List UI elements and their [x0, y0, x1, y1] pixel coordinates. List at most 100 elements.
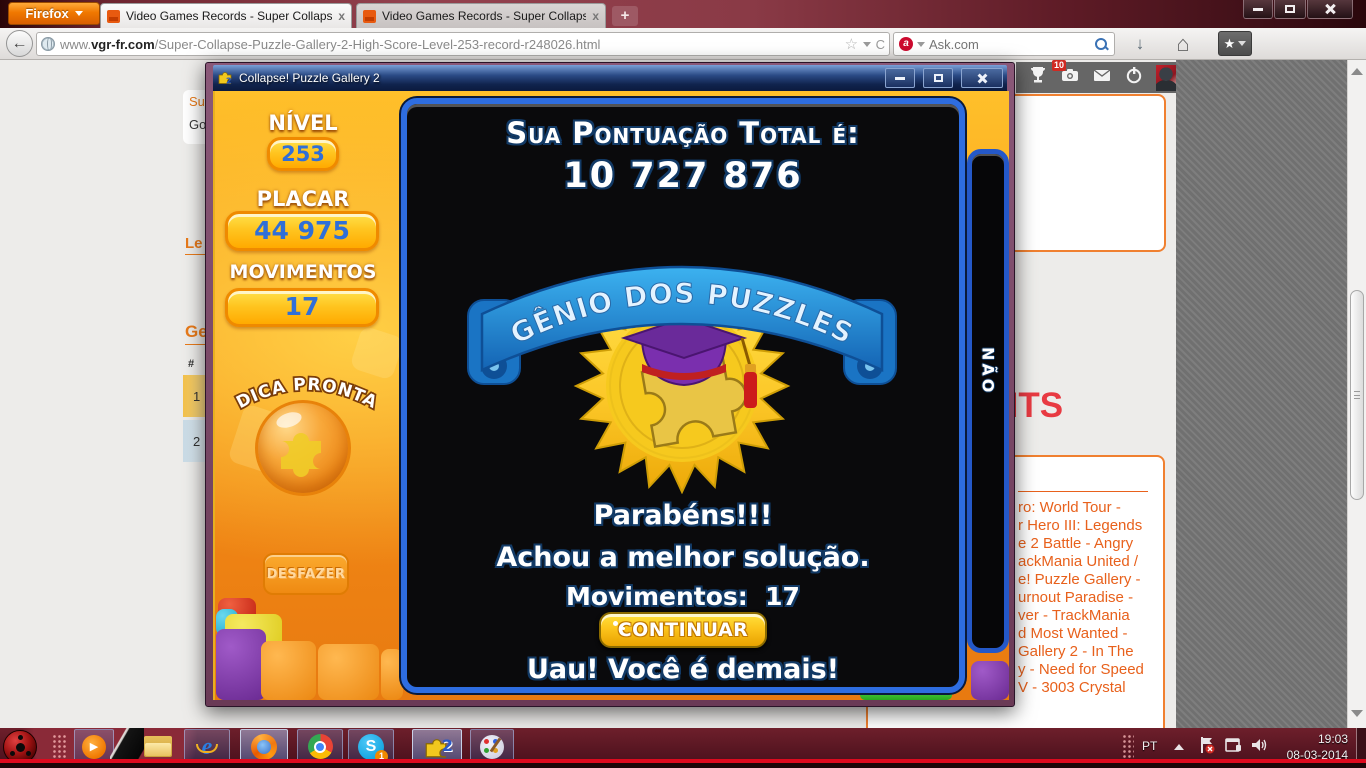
game-close-button[interactable]	[961, 68, 1003, 88]
tab-1[interactable]: Video Games Records - Super Collaps... x	[100, 3, 352, 28]
game-block-orange[interactable]	[261, 641, 316, 700]
search-icon[interactable]	[1094, 37, 1109, 52]
tab-2[interactable]: Video Games Records - Super Collaps... x	[356, 3, 606, 28]
start-orb-pattern	[15, 742, 25, 752]
page-striped-background	[1176, 60, 1347, 728]
avatar[interactable]	[1156, 64, 1176, 91]
maximize-icon	[933, 74, 943, 82]
paint-icon	[480, 734, 504, 759]
action-center-flag-icon[interactable]	[1198, 736, 1216, 754]
window-minimize-button[interactable]	[1243, 0, 1273, 19]
power-icon[interactable]	[1124, 65, 1144, 90]
game-link[interactable]: ver - TrackMania	[1018, 607, 1130, 624]
game-link[interactable]: urnout Paradise -	[1018, 589, 1133, 606]
game-link[interactable]: d Most Wanted -	[1018, 625, 1127, 642]
reload-icon[interactable]: C	[876, 37, 885, 52]
window-maximize-button[interactable]	[1274, 0, 1306, 19]
no-button[interactable]: NÃO	[967, 149, 1009, 653]
hint-ball-button[interactable]	[255, 400, 351, 496]
puzzle-piece-icon	[281, 433, 321, 477]
chevron-down-icon[interactable]	[862, 41, 871, 47]
tab-strip: Firefox Video Games Records - Super Coll…	[0, 0, 1366, 28]
close-icon	[1324, 3, 1336, 15]
firefox-menu-label: Firefox	[25, 6, 69, 21]
skype-icon: S 1	[358, 733, 388, 763]
tab-close-icon[interactable]: x	[338, 10, 345, 22]
scrollbar-thumb[interactable]	[1350, 290, 1364, 500]
game-title-bar[interactable]: 2 Collapse! Puzzle Gallery 2	[213, 65, 1007, 91]
game-client-area: NÍVEL 253 PLACAR 44 975 MOVIMENTOS 17 DI…	[213, 91, 1009, 700]
window-icon: 2	[218, 72, 232, 86]
level-label: NÍVEL	[268, 111, 338, 135]
new-tab-button[interactable]: +	[612, 6, 638, 26]
wow-text: Uau! Você é demais!	[526, 654, 840, 685]
game-maximize-button[interactable]	[923, 68, 953, 88]
level-value: 253	[267, 137, 339, 171]
score-label: PLACAR	[256, 187, 350, 211]
best-solution-text: Achou a melhor solução.	[496, 542, 870, 573]
game-link[interactable]: y - Need for Speed	[1018, 661, 1144, 678]
window-close-button[interactable]	[1307, 0, 1353, 19]
star-icon: ★	[1223, 35, 1236, 51]
game-link[interactable]: ackMania United /	[1018, 553, 1138, 570]
url-text: www.vgr-fr.com/Super-Collapse-Puzzle-Gal…	[60, 36, 601, 52]
close-icon	[977, 73, 988, 84]
screen: Firefox Video Games Records - Super Coll…	[0, 0, 1366, 768]
ask-logo-icon: a	[899, 37, 913, 51]
divider	[1018, 491, 1148, 492]
svg-text:2: 2	[226, 77, 232, 86]
bookmark-star-icon[interactable]: ☆	[845, 37, 858, 52]
table-column-header: #	[188, 358, 195, 370]
score-value: 44 975	[225, 211, 379, 251]
globe-icon	[41, 37, 55, 51]
congrats-text: Parabéns!!!	[593, 500, 773, 531]
game-block-purple[interactable]	[971, 661, 1009, 700]
game-window-title: Collapse! Puzzle Gallery 2	[239, 71, 380, 85]
game-link[interactable]: r Hero III: Legends	[1018, 517, 1142, 534]
tab-title: Video Games Records - Super Collaps...	[382, 9, 587, 23]
game-minimize-button[interactable]	[885, 68, 915, 88]
game-link[interactable]: e! Puzzle Gallery -	[1018, 571, 1141, 588]
undo-button[interactable]: DESFAZER	[263, 553, 349, 595]
show-hidden-icons-button[interactable]	[1174, 744, 1184, 750]
browser-scrollbar[interactable]	[1347, 60, 1366, 728]
section-heading-fragment: Le	[185, 235, 207, 255]
search-box[interactable]: a	[893, 32, 1115, 56]
game-link[interactable]: ro: World Tour -	[1018, 499, 1121, 516]
downloads-icon[interactable]: ↓	[1128, 34, 1152, 54]
game-block-orange[interactable]	[381, 649, 403, 700]
taskbar-bottom-edge	[0, 763, 1366, 768]
game-link[interactable]: V - 3003 Crystal	[1018, 679, 1126, 696]
chrome-icon	[307, 734, 333, 759]
score-dialog: Sua Pontuação Total é: 10 727 876 GÊNIO …	[401, 98, 965, 693]
game-link[interactable]: e 2 Battle - Angry	[1018, 535, 1133, 552]
game-link[interactable]: Gallery 2 - In The	[1018, 643, 1134, 660]
search-input[interactable]	[929, 36, 1090, 52]
url-bar[interactable]: www.vgr-fr.com/Super-Collapse-Puzzle-Gal…	[36, 32, 890, 56]
scroll-down-arrow[interactable]	[1351, 710, 1363, 717]
game-block-purple[interactable]	[216, 629, 266, 700]
taskbar-grip	[52, 734, 67, 760]
minimize-icon	[895, 76, 905, 80]
installer-icon[interactable]	[1224, 736, 1242, 754]
continue-button[interactable]: CONTINUAR	[599, 612, 767, 648]
tab-close-icon[interactable]: x	[592, 10, 599, 22]
game-block-orange[interactable]	[318, 644, 379, 700]
minimize-icon	[1253, 7, 1263, 11]
total-score-label: Sua Pontuação Total é:	[506, 116, 860, 150]
scroll-up-arrow[interactable]	[1351, 68, 1363, 75]
volume-icon[interactable]	[1250, 736, 1268, 754]
home-icon[interactable]: ⌂	[1168, 31, 1198, 57]
chevron-down-icon[interactable]	[917, 41, 925, 47]
tray-grip	[1122, 734, 1134, 762]
scrollbar-grip	[1354, 391, 1360, 399]
mail-icon[interactable]	[1092, 65, 1112, 90]
trophy-icon[interactable]: 10	[1028, 60, 1067, 90]
site-favicon-icon	[107, 9, 120, 23]
firefox-menu-button[interactable]: Firefox	[8, 2, 100, 25]
back-button[interactable]: ←	[6, 30, 33, 57]
bookmarks-menu-button[interactable]: ★	[1218, 31, 1252, 56]
award-medal: GÊNIO DOS PUZZLES	[467, 265, 897, 494]
moves-label: MOVIMENTOS	[229, 261, 377, 283]
language-indicator[interactable]: PT	[1142, 739, 1157, 753]
